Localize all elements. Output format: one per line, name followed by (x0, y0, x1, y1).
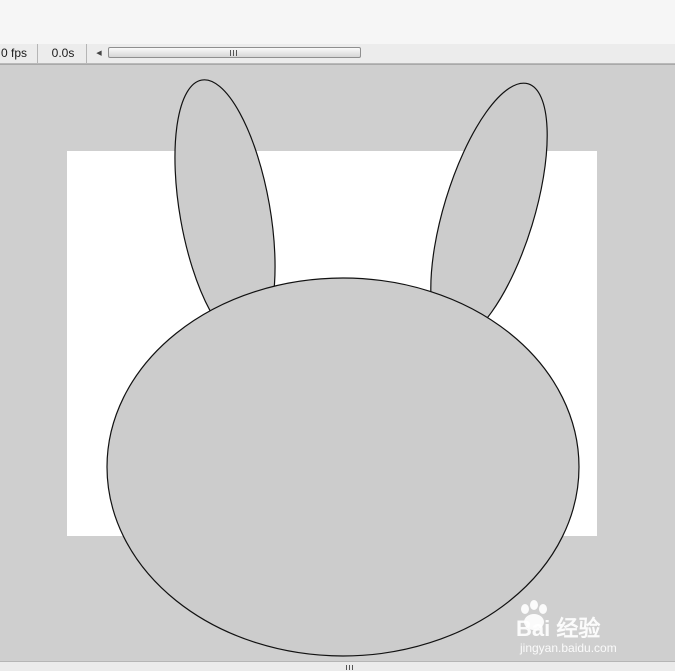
grip-icon (230, 50, 239, 56)
flash-authoring-window: 0 fps 0.0s ◀ Bai 经验 jingyan.baidu.com (0, 0, 675, 671)
scrollbar-thumb[interactable] (108, 47, 361, 58)
rabbit-head[interactable] (106, 277, 580, 657)
grip-icon (346, 665, 355, 670)
scroll-left-arrow-icon[interactable]: ◀ (92, 48, 106, 59)
bottom-scrollbar[interactable] (0, 661, 675, 671)
stage-drawing (67, 79, 597, 657)
stage-workspace[interactable]: Bai 经验 jingyan.baidu.com (0, 64, 675, 661)
elapsed-time-field[interactable]: 0.0s (40, 44, 87, 63)
timeline-status-bar: 0 fps 0.0s ◀ (0, 44, 675, 64)
timeline-horizontal-scrollbar[interactable] (108, 47, 361, 58)
toolbar-panel (0, 0, 675, 45)
frame-rate-field[interactable]: 0 fps (0, 44, 38, 63)
